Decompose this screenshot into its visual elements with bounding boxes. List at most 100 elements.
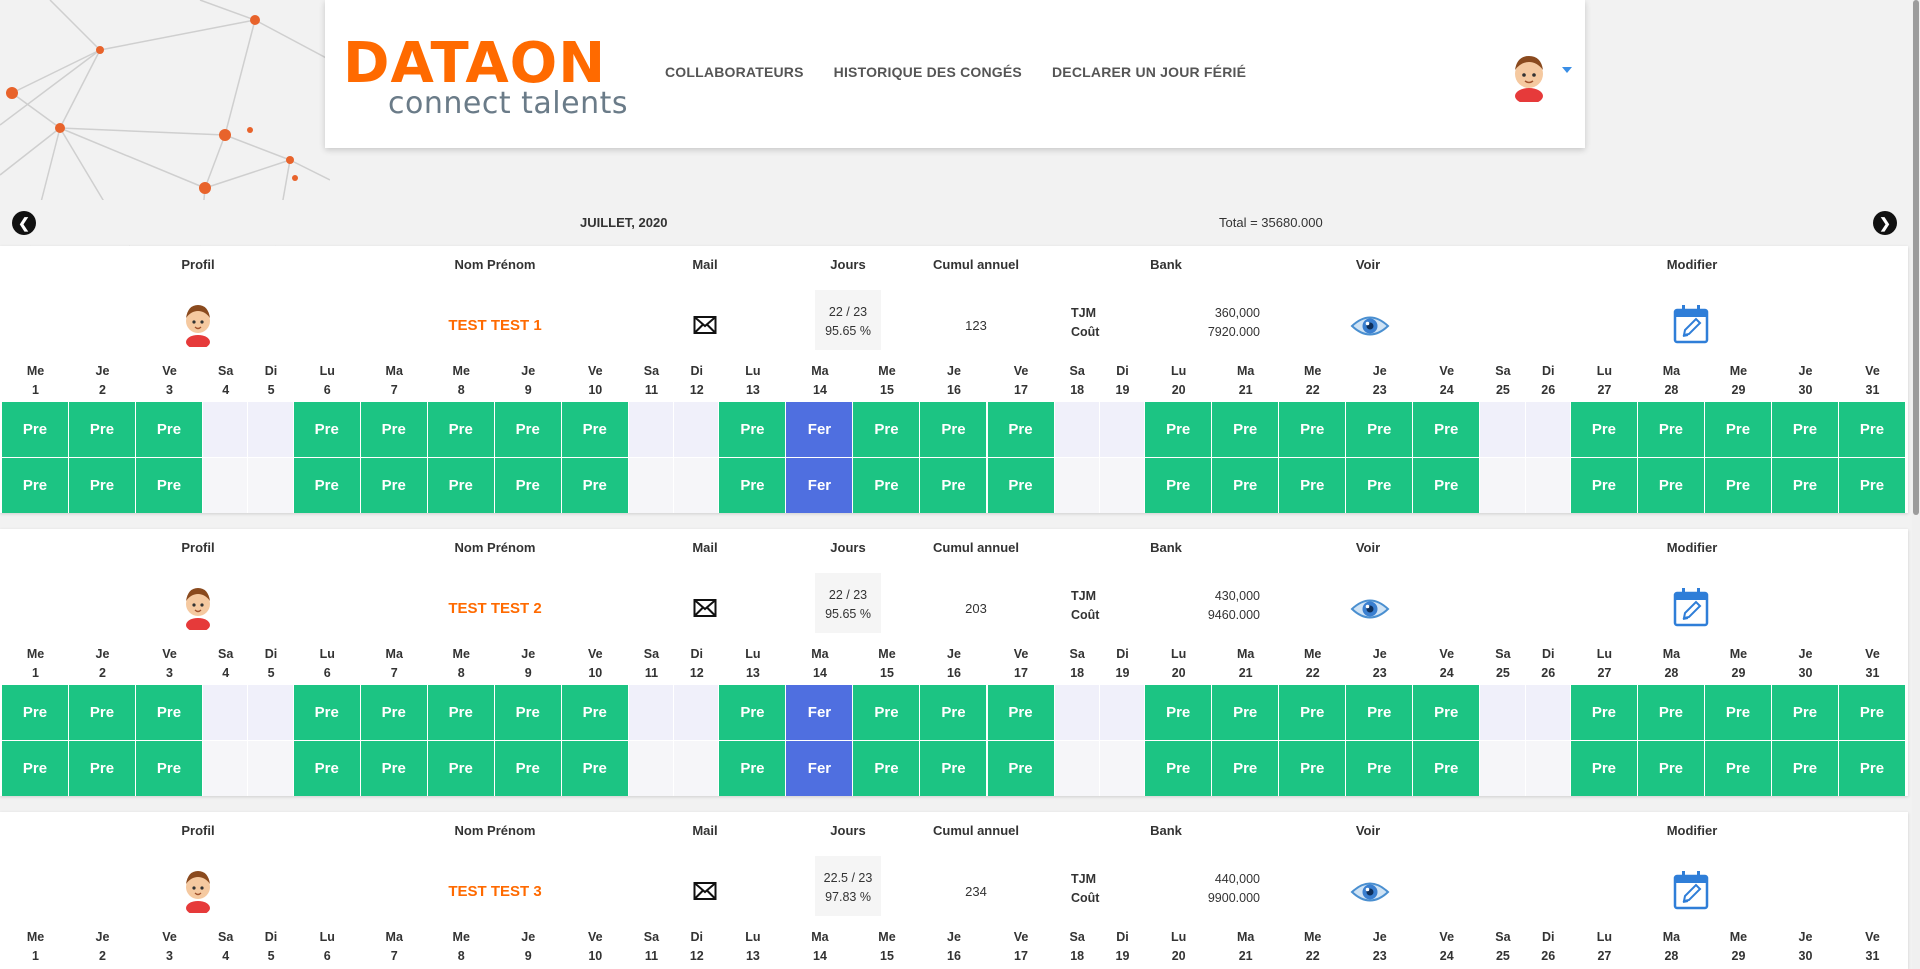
day-cell[interactable] <box>248 685 293 740</box>
day-cell[interactable] <box>248 402 293 457</box>
day-cell[interactable]: Pre <box>920 741 987 796</box>
day-cell[interactable]: Pre <box>853 741 920 796</box>
day-cell[interactable]: Pre <box>1413 741 1480 796</box>
day-cell[interactable] <box>1480 741 1525 796</box>
day-cell[interactable] <box>674 402 719 457</box>
day-cell[interactable] <box>628 402 674 457</box>
day-cell[interactable]: Pre <box>69 402 135 457</box>
mail-icon[interactable] <box>693 881 717 901</box>
day-cell[interactable] <box>203 458 248 513</box>
day-cell[interactable] <box>674 458 719 513</box>
day-cell[interactable]: Pre <box>987 685 1054 740</box>
mail-icon[interactable] <box>693 315 717 335</box>
day-cell[interactable] <box>1525 458 1570 513</box>
day-cell[interactable]: Pre <box>1212 402 1279 457</box>
day-cell[interactable]: Pre <box>293 741 360 796</box>
day-cell[interactable]: Pre <box>920 685 987 740</box>
edit-calendar-icon[interactable] <box>1673 304 1709 344</box>
day-cell[interactable]: Pre <box>561 685 628 740</box>
day-cell[interactable]: Fer <box>786 685 853 740</box>
day-cell[interactable]: Pre <box>1212 685 1279 740</box>
day-cell[interactable]: Pre <box>1413 458 1480 513</box>
day-cell[interactable]: Pre <box>1704 685 1771 740</box>
day-cell[interactable] <box>203 402 248 457</box>
day-cell[interactable]: Pre <box>1279 741 1346 796</box>
day-cell[interactable]: Pre <box>1346 402 1413 457</box>
day-cell[interactable] <box>1099 741 1145 796</box>
day-cell[interactable] <box>248 741 293 796</box>
next-month-button[interactable]: ❯ <box>1873 211 1897 235</box>
day-cell[interactable]: Pre <box>1145 402 1212 457</box>
day-cell[interactable]: Pre <box>1771 741 1838 796</box>
employee-name[interactable]: TEST TEST 2 <box>448 600 541 617</box>
day-cell[interactable]: Pre <box>1145 458 1212 513</box>
day-cell[interactable] <box>674 685 719 740</box>
employee-name[interactable]: TEST TEST 3 <box>448 883 541 900</box>
nav-historique-conges[interactable]: HISTORIQUE DES CONGÉS <box>834 64 1022 80</box>
day-cell[interactable] <box>674 741 719 796</box>
day-cell[interactable]: Pre <box>427 458 494 513</box>
day-cell[interactable]: Pre <box>1838 685 1905 740</box>
day-cell[interactable]: Pre <box>1145 685 1212 740</box>
day-cell[interactable]: Pre <box>1346 741 1413 796</box>
day-cell[interactable]: Pre <box>1346 458 1413 513</box>
day-cell[interactable]: Pre <box>1346 685 1413 740</box>
day-cell[interactable]: Pre <box>719 402 786 457</box>
day-cell[interactable]: Pre <box>69 458 135 513</box>
day-cell[interactable]: Pre <box>2 685 68 740</box>
nav-collaborateurs[interactable]: COLLABORATEURS <box>665 64 804 80</box>
day-cell[interactable]: Pre <box>719 741 786 796</box>
day-cell[interactable]: Pre <box>69 685 135 740</box>
day-cell[interactable] <box>1480 402 1525 457</box>
day-cell[interactable]: Pre <box>360 402 427 457</box>
day-cell[interactable]: Fer <box>786 741 853 796</box>
day-cell[interactable] <box>1054 402 1099 457</box>
day-cell[interactable]: Pre <box>1212 458 1279 513</box>
day-cell[interactable] <box>1525 741 1570 796</box>
day-cell[interactable]: Pre <box>561 458 628 513</box>
day-cell[interactable]: Pre <box>920 458 987 513</box>
day-cell[interactable]: Pre <box>719 685 786 740</box>
day-cell[interactable] <box>1054 741 1099 796</box>
day-cell[interactable]: Pre <box>1212 741 1279 796</box>
day-cell[interactable]: Pre <box>69 741 135 796</box>
mail-icon[interactable] <box>693 598 717 618</box>
day-cell[interactable]: Pre <box>136 458 203 513</box>
day-cell[interactable]: Pre <box>1413 685 1480 740</box>
day-cell[interactable]: Pre <box>1413 402 1480 457</box>
day-cell[interactable]: Pre <box>1771 458 1838 513</box>
day-cell[interactable]: Pre <box>1570 458 1637 513</box>
day-cell[interactable]: Pre <box>920 402 987 457</box>
day-cell[interactable]: Pre <box>360 741 427 796</box>
day-cell[interactable]: Fer <box>786 458 853 513</box>
day-cell[interactable]: Pre <box>136 741 203 796</box>
day-cell[interactable]: Pre <box>293 402 360 457</box>
day-cell[interactable]: Pre <box>427 741 494 796</box>
day-cell[interactable] <box>1099 402 1145 457</box>
day-cell[interactable]: Pre <box>987 402 1054 457</box>
day-cell[interactable]: Pre <box>2 402 68 457</box>
day-cell[interactable] <box>628 741 674 796</box>
day-cell[interactable] <box>203 741 248 796</box>
day-cell[interactable]: Pre <box>1637 458 1704 513</box>
day-cell[interactable] <box>1480 685 1525 740</box>
day-cell[interactable] <box>1099 685 1145 740</box>
day-cell[interactable]: Pre <box>293 458 360 513</box>
day-cell[interactable]: Pre <box>494 402 561 457</box>
day-cell[interactable]: Pre <box>853 402 920 457</box>
day-cell[interactable]: Pre <box>494 458 561 513</box>
day-cell[interactable]: Pre <box>1637 685 1704 740</box>
day-cell[interactable]: Pre <box>987 458 1054 513</box>
day-cell[interactable] <box>1054 685 1099 740</box>
day-cell[interactable]: Pre <box>1771 685 1838 740</box>
day-cell[interactable] <box>1480 458 1525 513</box>
day-cell[interactable]: Pre <box>1637 402 1704 457</box>
day-cell[interactable]: Pre <box>360 685 427 740</box>
day-cell[interactable] <box>1054 458 1099 513</box>
nav-declarer-jour-ferie[interactable]: DECLARER UN JOUR FÉRIÉ <box>1052 64 1246 80</box>
employee-name[interactable]: TEST TEST 1 <box>448 317 541 334</box>
day-cell[interactable] <box>628 458 674 513</box>
day-cell[interactable]: Pre <box>1637 741 1704 796</box>
day-cell[interactable]: Pre <box>1704 402 1771 457</box>
day-cell[interactable]: Pre <box>1704 741 1771 796</box>
